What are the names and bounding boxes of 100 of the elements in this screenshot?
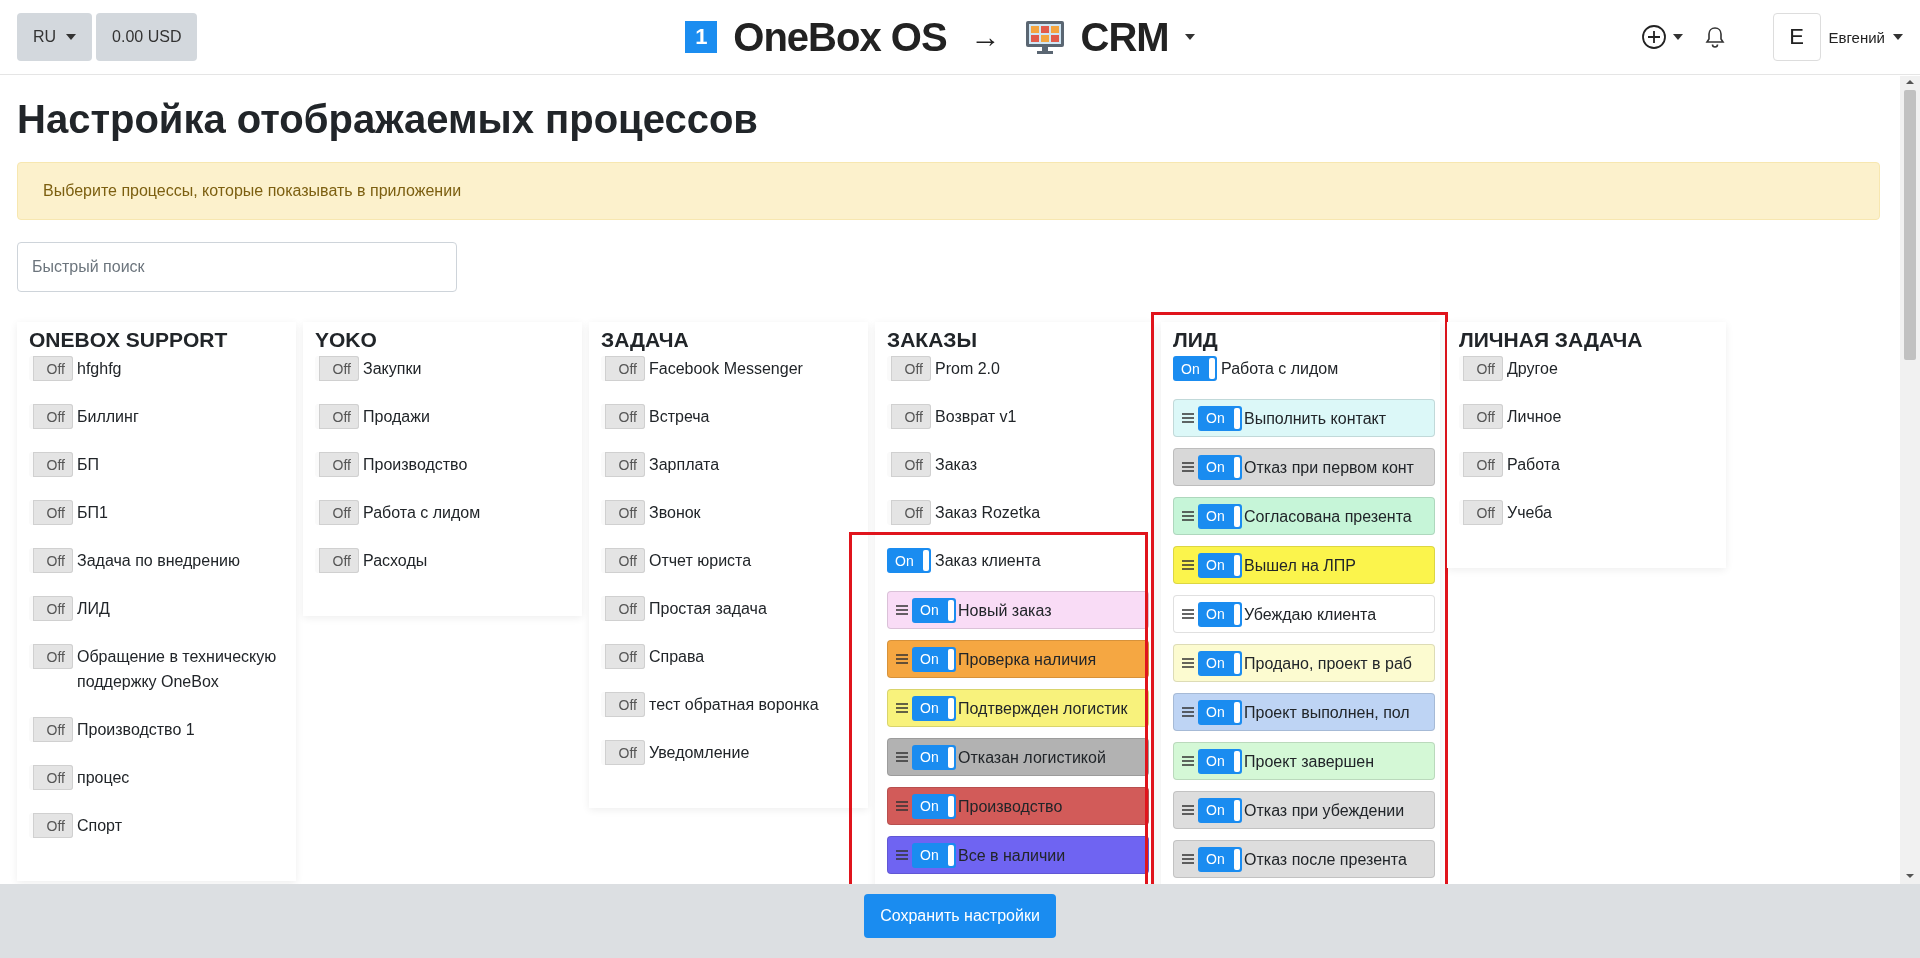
arrow-glyph: → (970, 20, 1001, 54)
stage-label: Проект завершен (1244, 751, 1375, 772)
drag-handle-icon[interactable] (1182, 658, 1194, 668)
toggle-switch[interactable]: On (912, 793, 956, 819)
caret-icon (1893, 34, 1903, 40)
stage-row[interactable]: On Производство (887, 787, 1149, 825)
caret-icon (1184, 34, 1195, 40)
process-label: Другое (1507, 359, 1558, 379)
toggle-switch[interactable]: On (912, 597, 956, 623)
stage-row[interactable]: On Проект завершен (1173, 742, 1435, 780)
stage-row[interactable]: On Новый заказ (887, 591, 1149, 629)
toggle-switch[interactable]: Off (601, 548, 645, 573)
toggle-switch[interactable]: On (887, 548, 931, 573)
drag-handle-icon[interactable] (1182, 854, 1194, 864)
drag-handle-icon[interactable] (1182, 756, 1194, 766)
toggle-switch[interactable]: Off (887, 500, 931, 525)
stage-row[interactable]: On Вышел на ЛПР (1173, 546, 1435, 584)
toggle-switch[interactable]: Off (887, 404, 931, 429)
toggle-switch[interactable]: Off (601, 404, 645, 429)
toggle-switch[interactable]: Off (601, 740, 645, 765)
drag-handle-icon[interactable] (896, 654, 908, 664)
toggle-switch[interactable]: On (1198, 748, 1242, 774)
save-button[interactable]: Сохранить настройки (864, 894, 1056, 938)
drag-handle-icon[interactable] (896, 605, 908, 615)
module-name: CRM (1080, 14, 1169, 60)
toggle-switch[interactable]: Off (1459, 500, 1503, 525)
toggle-switch[interactable]: Off (29, 813, 73, 838)
stage-row[interactable]: On Проект выполнен, пол (1173, 693, 1435, 731)
process-label: Заказ Rozetka (935, 503, 1041, 523)
drag-handle-icon[interactable] (896, 752, 908, 762)
drag-handle-icon[interactable] (1182, 511, 1194, 521)
stage-row[interactable]: On Выполнить контакт (1173, 399, 1435, 437)
toggle-switch[interactable]: On (1198, 650, 1242, 676)
toggle-switch[interactable]: On (912, 744, 956, 770)
toggle-switch[interactable]: Off (1459, 356, 1503, 381)
toggle-switch[interactable]: On (912, 695, 956, 721)
process-label: Звонок (649, 503, 701, 523)
toggle-switch[interactable]: Off (29, 500, 73, 525)
language-dropdown[interactable]: RU (17, 13, 93, 61)
drag-handle-icon[interactable] (1182, 805, 1194, 815)
toggle-switch[interactable]: On (1198, 405, 1242, 431)
drag-handle-icon[interactable] (896, 801, 908, 811)
toggle-switch[interactable]: Off (29, 404, 73, 429)
stage-row[interactable]: On Проверка наличия (887, 640, 1149, 678)
info-notice: Выберите процессы, которые показывать в приложении (17, 162, 1880, 220)
stage-row[interactable]: On Убеждаю клиента (1173, 595, 1435, 633)
toggle-switch[interactable]: On (912, 842, 956, 868)
toggle-switch[interactable]: Off (1459, 452, 1503, 477)
toggle-switch[interactable]: Off (315, 548, 359, 573)
stage-row[interactable]: On Все в наличии (887, 836, 1149, 874)
stage-label: Отказан логистикой (958, 747, 1106, 768)
toggle-switch[interactable]: On (1173, 356, 1217, 381)
toggle-switch[interactable]: Off (315, 500, 359, 525)
toggle-switch[interactable]: On (1198, 846, 1242, 872)
toggle-switch[interactable]: Off (601, 692, 645, 717)
toggle-switch[interactable]: Off (29, 717, 73, 742)
stage-label: Новый заказ (958, 600, 1052, 621)
toggle-switch[interactable]: Off (315, 452, 359, 477)
user-menu[interactable]: E Евгений (1772, 13, 1903, 61)
drag-handle-icon[interactable] (1182, 413, 1194, 423)
toggle-switch[interactable]: Off (601, 452, 645, 477)
process-label: Биллинг (77, 407, 139, 427)
toggle-switch[interactable]: On (1198, 797, 1242, 823)
drag-handle-icon[interactable] (896, 850, 908, 860)
stage-label: Подтвержден логистик (958, 698, 1128, 719)
toggle-switch[interactable]: On (912, 646, 956, 672)
toggle-switch[interactable]: Off (601, 644, 645, 669)
stage-row[interactable]: On Отказ при убеждении (1173, 791, 1435, 829)
stage-row[interactable]: On Отказан логистикой (887, 738, 1149, 776)
toggle-switch[interactable]: On (1198, 601, 1242, 627)
toggle-switch[interactable]: Off (601, 356, 645, 381)
drag-handle-icon[interactable] (1182, 560, 1194, 570)
toggle-switch[interactable]: Off (1459, 404, 1503, 429)
toggle-switch[interactable]: Off (315, 404, 359, 429)
toggle-switch[interactable]: On (1198, 503, 1242, 529)
toggle-switch[interactable]: On (1198, 552, 1242, 578)
toggle-switch[interactable]: Off (601, 500, 645, 525)
drag-handle-icon[interactable] (1182, 462, 1194, 472)
toggle-switch[interactable]: Off (29, 356, 73, 381)
drag-handle-icon[interactable] (896, 703, 908, 713)
stage-row[interactable]: On Отказ после презента (1173, 840, 1435, 878)
stage-row[interactable]: On Продано, проект в раб (1173, 644, 1435, 682)
toggle-switch[interactable]: Off (29, 452, 73, 477)
toggle-switch[interactable]: Off (315, 356, 359, 381)
toggle-switch[interactable]: Off (29, 644, 73, 669)
toggle-switch[interactable]: On (1198, 454, 1242, 480)
toggle-switch[interactable]: Off (601, 596, 645, 621)
balance-button[interactable]: 0.00 USD (96, 13, 198, 61)
toggle-switch[interactable]: Off (887, 356, 931, 381)
toggle-switch[interactable]: Off (29, 596, 73, 621)
search-field[interactable]: Быстрый поиск (17, 242, 457, 292)
toggle-switch[interactable]: Off (29, 548, 73, 573)
drag-handle-icon[interactable] (1182, 707, 1194, 717)
stage-row[interactable]: On Отказ при первом конт (1173, 448, 1435, 486)
toggle-switch[interactable]: On (1198, 699, 1242, 725)
stage-row[interactable]: On Подтвержден логистик (887, 689, 1149, 727)
toggle-switch[interactable]: Off (29, 765, 73, 790)
toggle-switch[interactable]: Off (887, 452, 931, 477)
drag-handle-icon[interactable] (1182, 609, 1194, 619)
stage-row[interactable]: On Согласована презента (1173, 497, 1435, 535)
